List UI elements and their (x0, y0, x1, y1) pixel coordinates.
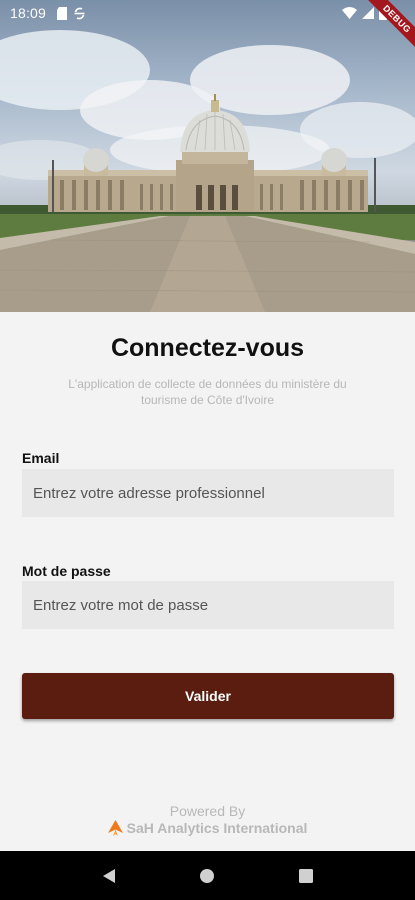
signal-icon (362, 7, 374, 19)
basilica-photo (0, 30, 415, 312)
sync-off-icon (74, 7, 85, 19)
email-label: Email (22, 450, 60, 466)
recents-icon[interactable] (298, 868, 314, 884)
home-icon[interactable] (199, 868, 215, 884)
page-subtitle: L'application de collecte de données du … (68, 377, 347, 407)
wifi-icon (342, 7, 357, 19)
email-field[interactable] (22, 469, 394, 517)
page-title: Connectez-vous (110, 334, 305, 362)
back-icon[interactable] (101, 868, 117, 884)
submit-button[interactable]: Valider (22, 673, 394, 719)
brand-credit: SaH Analytics International (0, 820, 415, 836)
sd-card-icon (57, 6, 68, 20)
password-field[interactable] (22, 581, 394, 629)
system-nav-bar (0, 851, 415, 900)
status-time: 18:09 (10, 5, 47, 21)
brand-logo-icon (107, 820, 123, 836)
password-label: Mot de passe (22, 563, 111, 579)
brand-name: SaH Analytics International (126, 820, 308, 836)
powered-by-label: Powered By (169, 803, 246, 819)
hero-image (0, 0, 415, 312)
status-bar: 18:09 (0, 0, 415, 26)
